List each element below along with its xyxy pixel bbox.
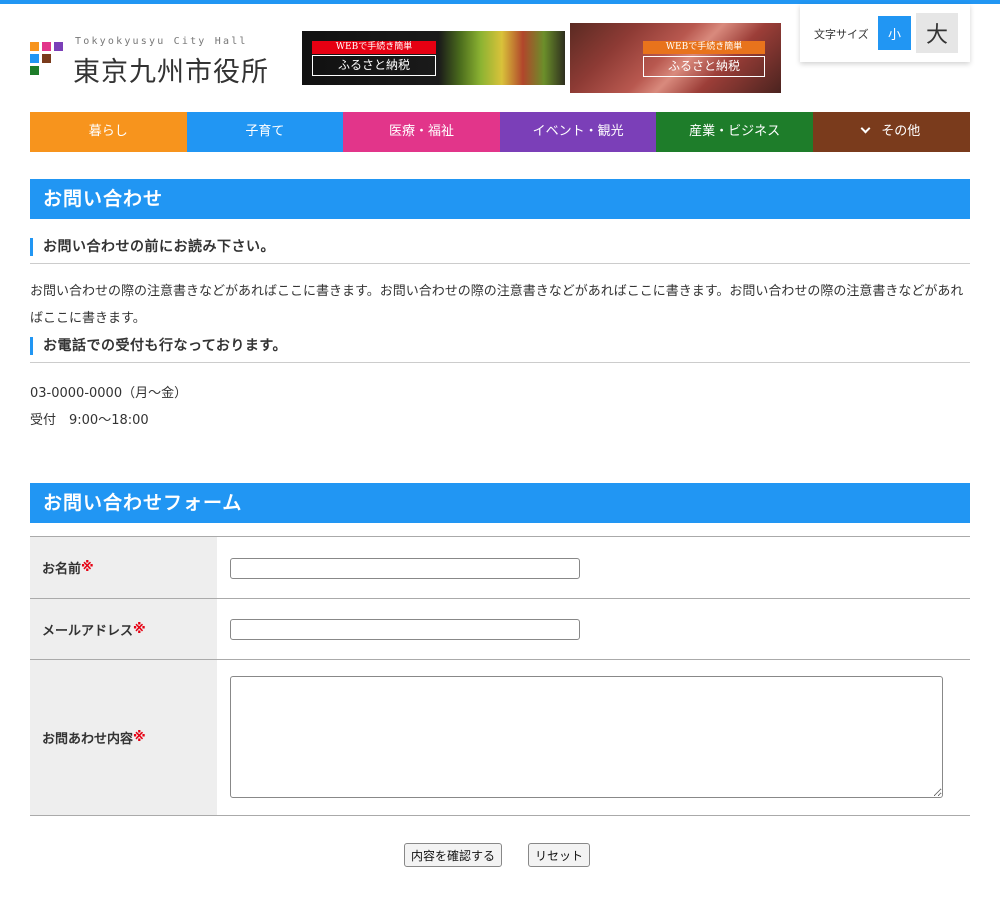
form-row-email: メールアドレス ※ xyxy=(30,599,970,660)
nav-item-kurashi[interactable]: 暮らし xyxy=(30,112,187,152)
logo-title: 東京九州市役所 xyxy=(73,57,269,88)
banner-title: ふるさと納税 xyxy=(643,56,765,77)
furusato-banner-meat[interactable]: WEBで手続き簡単 ふるさと納税 xyxy=(570,23,781,93)
nav-item-sonota[interactable]: その他 xyxy=(812,112,970,152)
chevron-down-icon xyxy=(860,123,871,134)
font-size-large-button[interactable]: 大 xyxy=(916,13,958,53)
nav-item-kosodate[interactable]: 子育て xyxy=(186,112,344,152)
inquiry-title: お問い合わせ xyxy=(30,179,970,219)
nav-item-sangyo-business[interactable]: 産業・ビジネス xyxy=(656,112,813,152)
content-textarea[interactable] xyxy=(230,676,943,798)
nav-item-label: 暮らし xyxy=(88,124,128,139)
font-size-small-button[interactable]: 小 xyxy=(878,16,911,50)
nav-item-iryo-fukushi[interactable]: 医療・福祉 xyxy=(343,112,500,152)
form-row-name: お名前 ※ xyxy=(30,537,970,599)
logo-subtitle: Tokyokyusyu City Hall xyxy=(75,36,248,47)
notice-text: お問い合わせの際の注意書きなどがあればここに書きます。お問い合わせの際の注意書き… xyxy=(30,284,964,326)
notice-heading: お問い合わせの前にお読み下さい。 xyxy=(30,238,970,264)
inquiry-form: お名前 ※ メールアドレス ※ お問あわせ内容 ※ xyxy=(30,536,970,816)
global-nav: 暮らし 子育て 医療・福祉 イベント・観光 産業・ビジネス その他 xyxy=(30,112,970,152)
nav-item-label: その他 xyxy=(881,124,921,139)
banner-tag: WEBで手続き簡単 xyxy=(643,41,765,54)
banner-tag: WEBで手続き簡単 xyxy=(312,41,436,54)
phone-number: 03-0000-0000（月〜金） xyxy=(30,386,188,401)
furusato-banner-fruits[interactable]: WEBで手続き簡単 ふるさと納税 xyxy=(302,31,565,85)
email-label: メールアドレス ※ xyxy=(30,599,217,659)
nav-item-label: イベント・観光 xyxy=(532,124,624,139)
email-input[interactable] xyxy=(230,619,580,640)
font-size-label: 文字サイズ xyxy=(814,28,869,41)
reset-button[interactable]: リセット xyxy=(528,843,591,867)
site-logo[interactable]: Tokyokyusyu City Hall 東京九州市役所 xyxy=(30,36,280,88)
required-mark: ※ xyxy=(133,730,146,745)
confirm-button[interactable]: 内容を確認する xyxy=(404,843,503,867)
phone-heading: お電話での受付も行なっております。 xyxy=(30,337,970,363)
name-label: お名前 ※ xyxy=(30,537,217,598)
nav-item-label: 医療・福祉 xyxy=(388,124,454,139)
nav-item-event-kanko[interactable]: イベント・観光 xyxy=(499,112,657,152)
form-title: お問い合わせフォーム xyxy=(30,483,970,523)
font-size-switcher: 文字サイズ 小 大 xyxy=(800,4,970,62)
logo-mark-icon xyxy=(30,42,64,76)
nav-item-label: 産業・ビジネス xyxy=(689,124,781,139)
nav-item-label: 子育て xyxy=(245,124,285,139)
content-label: お問あわせ内容 ※ xyxy=(30,660,217,815)
required-mark: ※ xyxy=(81,560,94,575)
banner-title: ふるさと納税 xyxy=(312,55,436,76)
reception-hours: 受付 9:00〜18:00 xyxy=(30,413,149,428)
name-input[interactable] xyxy=(230,558,580,579)
required-mark: ※ xyxy=(133,621,146,637)
form-row-content: お問あわせ内容 ※ xyxy=(30,660,970,816)
